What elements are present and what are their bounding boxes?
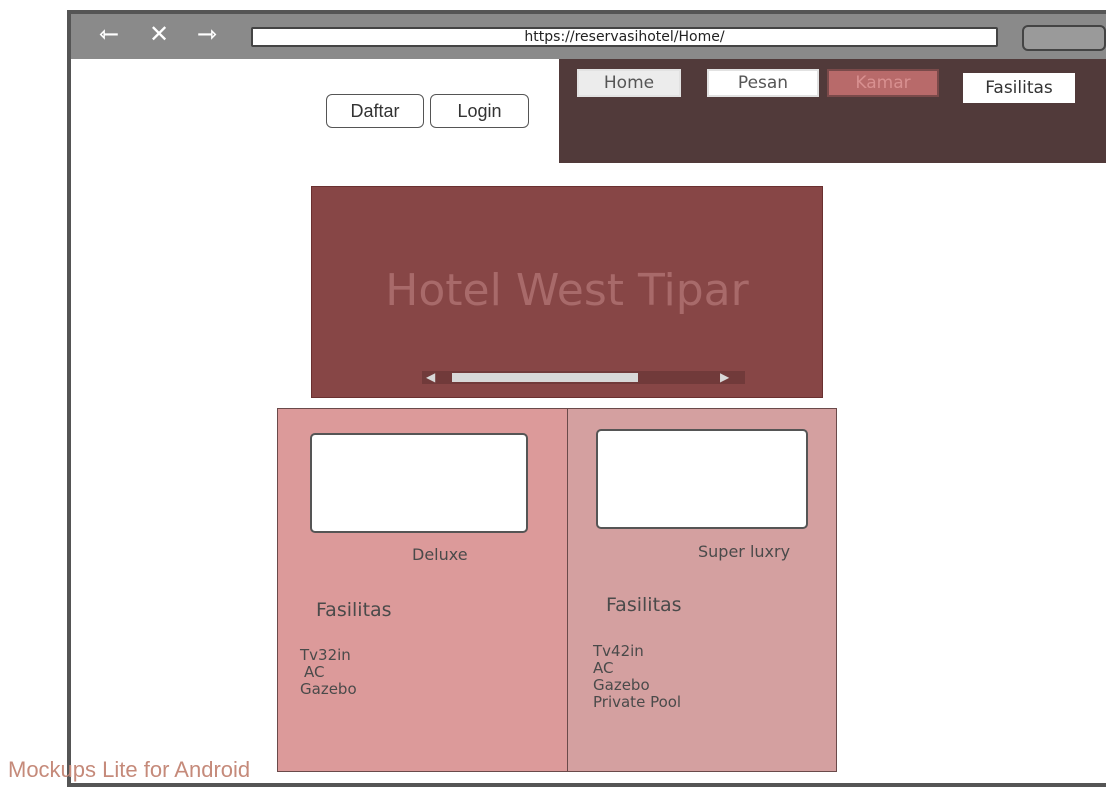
- window-button[interactable]: [1022, 25, 1106, 51]
- facility-item: AC: [304, 663, 325, 681]
- room-name: Super luxry: [698, 542, 791, 561]
- banner-scrollbar[interactable]: ◀ ▶: [422, 368, 745, 386]
- room-image-placeholder: [310, 433, 528, 533]
- facility-item: AC: [593, 659, 614, 677]
- nav-home[interactable]: Home: [577, 69, 681, 97]
- facility-item: Tv42in: [593, 642, 644, 660]
- mockup-watermark: Mockups Lite for Android: [8, 757, 251, 782]
- hotel-title: Hotel West Tipar: [385, 265, 749, 316]
- facilities-list: Tv32in AC Gazebo: [300, 647, 357, 698]
- daftar-button[interactable]: Daftar: [326, 94, 424, 128]
- nav-pesan[interactable]: Pesan: [707, 69, 819, 97]
- scroll-right-icon[interactable]: ▶: [720, 368, 729, 386]
- facilities-heading: Fasilitas: [606, 594, 682, 616]
- facilities-heading: Fasilitas: [316, 599, 392, 621]
- scrollbar-thumb[interactable]: [452, 373, 638, 382]
- facility-item: Gazebo: [593, 676, 650, 694]
- close-icon[interactable]: ✕: [149, 22, 169, 46]
- hero-banner: Hotel West Tipar ◀ ▶: [311, 186, 823, 398]
- facility-item: Private Pool: [593, 693, 682, 711]
- nav-fasilitas[interactable]: Fasilitas: [963, 73, 1075, 103]
- nav-kamar[interactable]: Kamar: [827, 69, 939, 97]
- browser-titlebar: ⇽ ✕ ⇾ https://reservasihotel/Home/: [71, 14, 1106, 59]
- back-arrow-icon[interactable]: ⇽: [99, 22, 119, 46]
- room-card-deluxe[interactable]: Deluxe Fasilitas Tv32in AC Gazebo: [277, 408, 569, 772]
- room-name: Deluxe: [412, 545, 468, 564]
- login-button[interactable]: Login: [430, 94, 529, 128]
- forward-arrow-icon[interactable]: ⇾: [197, 22, 217, 46]
- address-bar[interactable]: https://reservasihotel/Home/: [251, 27, 998, 47]
- scroll-left-icon[interactable]: ◀: [426, 368, 435, 386]
- facilities-list: Tv42in AC Gazebo Private Pool: [593, 643, 681, 711]
- facility-item: Tv32in: [300, 646, 351, 664]
- room-card-super-luxry[interactable]: Super luxry Fasilitas Tv42in AC Gazebo P…: [567, 408, 837, 772]
- facility-item: Gazebo: [300, 680, 357, 698]
- browser-window: ⇽ ✕ ⇾ https://reservasihotel/Home/ Dafta…: [67, 10, 1106, 787]
- room-image-placeholder: [596, 429, 808, 529]
- top-navigation: Home Pesan Kamar Fasilitas: [559, 59, 1106, 163]
